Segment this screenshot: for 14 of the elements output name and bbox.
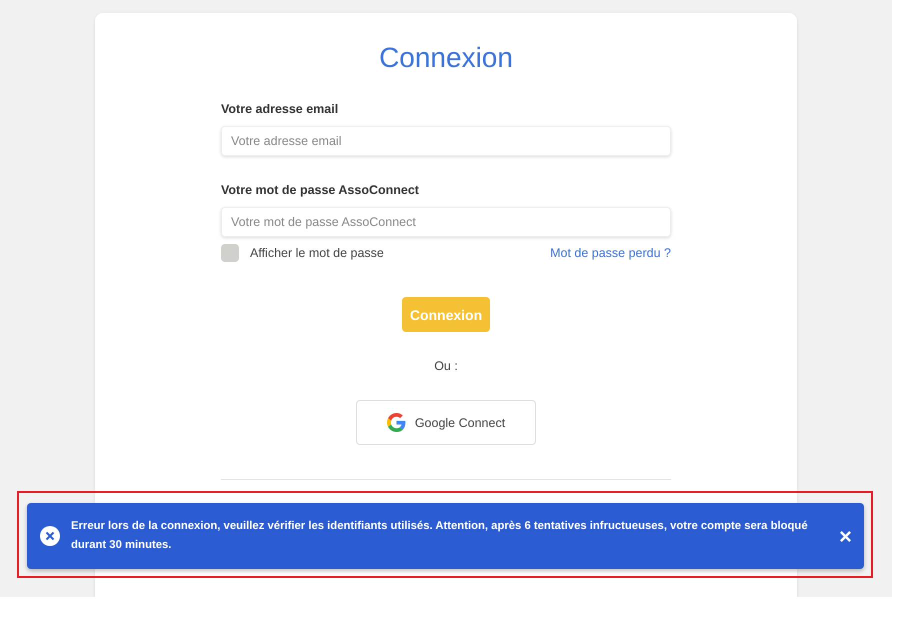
checkbox[interactable]: [221, 244, 239, 262]
close-icon[interactable]: [839, 530, 852, 542]
google-button[interactable]: Google Connect: [356, 400, 536, 445]
field-label: Votre mot de passe AssoConnect: [221, 182, 420, 198]
error-icon: [40, 526, 60, 546]
field-label: Votre adresse email: [221, 101, 340, 117]
error-message: Erreur lors de la connexion, veuillez vérifier les identifiants utilisés. Attention, après 6 tentatives infructueuses, votre compte sera bloqué durant 30 minutes.: [71, 519, 809, 553]
checkbox-label: Afficher le mot de passe: [250, 246, 384, 260]
separator-text: Ou :: [434, 359, 458, 373]
forgot-password-link[interactable]: Mot de passe perdu ?: [550, 246, 671, 260]
google-icon: [386, 413, 406, 432]
page-title: Connexion: [378, 41, 514, 75]
email-field[interactable]: Votre adresse email: [221, 126, 671, 156]
password-field[interactable]: Votre mot de passe AssoConnect: [221, 207, 671, 237]
